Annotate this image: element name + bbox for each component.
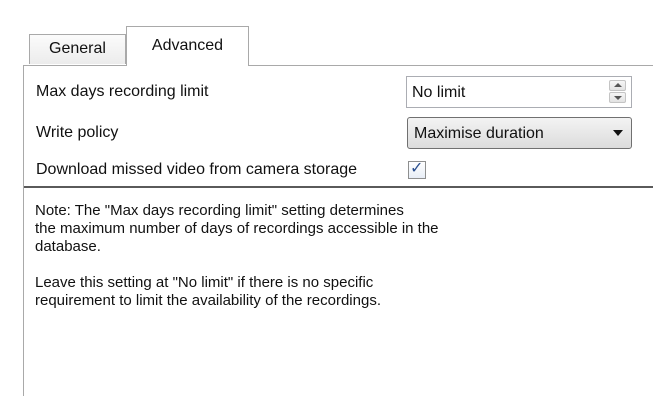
settings-window: General Advanced Max days recording limi… bbox=[0, 0, 653, 396]
write-policy-label: Write policy bbox=[36, 124, 119, 141]
note-line-4: Leave this setting at "No limit" if ther… bbox=[35, 274, 374, 291]
chevron-up-icon bbox=[614, 83, 622, 87]
tab-general-label: General bbox=[49, 40, 106, 57]
chevron-down-icon bbox=[614, 96, 622, 100]
spin-buttons bbox=[609, 80, 626, 104]
note-line-3: database. bbox=[35, 238, 101, 255]
spin-up-button[interactable] bbox=[609, 80, 626, 91]
tab-general[interactable]: General bbox=[29, 34, 126, 64]
write-policy-value: Maximise duration bbox=[414, 125, 544, 142]
tab-advanced[interactable]: Advanced bbox=[126, 26, 249, 66]
max-days-label: Max days recording limit bbox=[36, 83, 209, 100]
note-text: Note: The "Max days recording limit" set… bbox=[35, 202, 555, 310]
spin-down-button[interactable] bbox=[609, 92, 626, 103]
note-line-5: requirement to limit the availability of… bbox=[35, 292, 381, 309]
download-missed-checkbox[interactable]: ✓ bbox=[408, 160, 426, 179]
checkmark-icon: ✓ bbox=[410, 160, 424, 177]
download-missed-label: Download missed video from camera storag… bbox=[36, 161, 358, 178]
max-days-value[interactable]: No limit bbox=[412, 84, 465, 102]
separator bbox=[24, 186, 653, 188]
note-line-1: Note: The "Max days recording limit" set… bbox=[35, 202, 404, 219]
max-days-spinbox[interactable]: No limit bbox=[406, 76, 632, 108]
write-policy-dropdown[interactable]: Maximise duration bbox=[407, 117, 632, 149]
note-line-2: the maximum number of days of recordings… bbox=[35, 220, 439, 237]
tab-advanced-label: Advanced bbox=[151, 37, 224, 54]
dropdown-arrow-icon[interactable] bbox=[613, 130, 623, 136]
